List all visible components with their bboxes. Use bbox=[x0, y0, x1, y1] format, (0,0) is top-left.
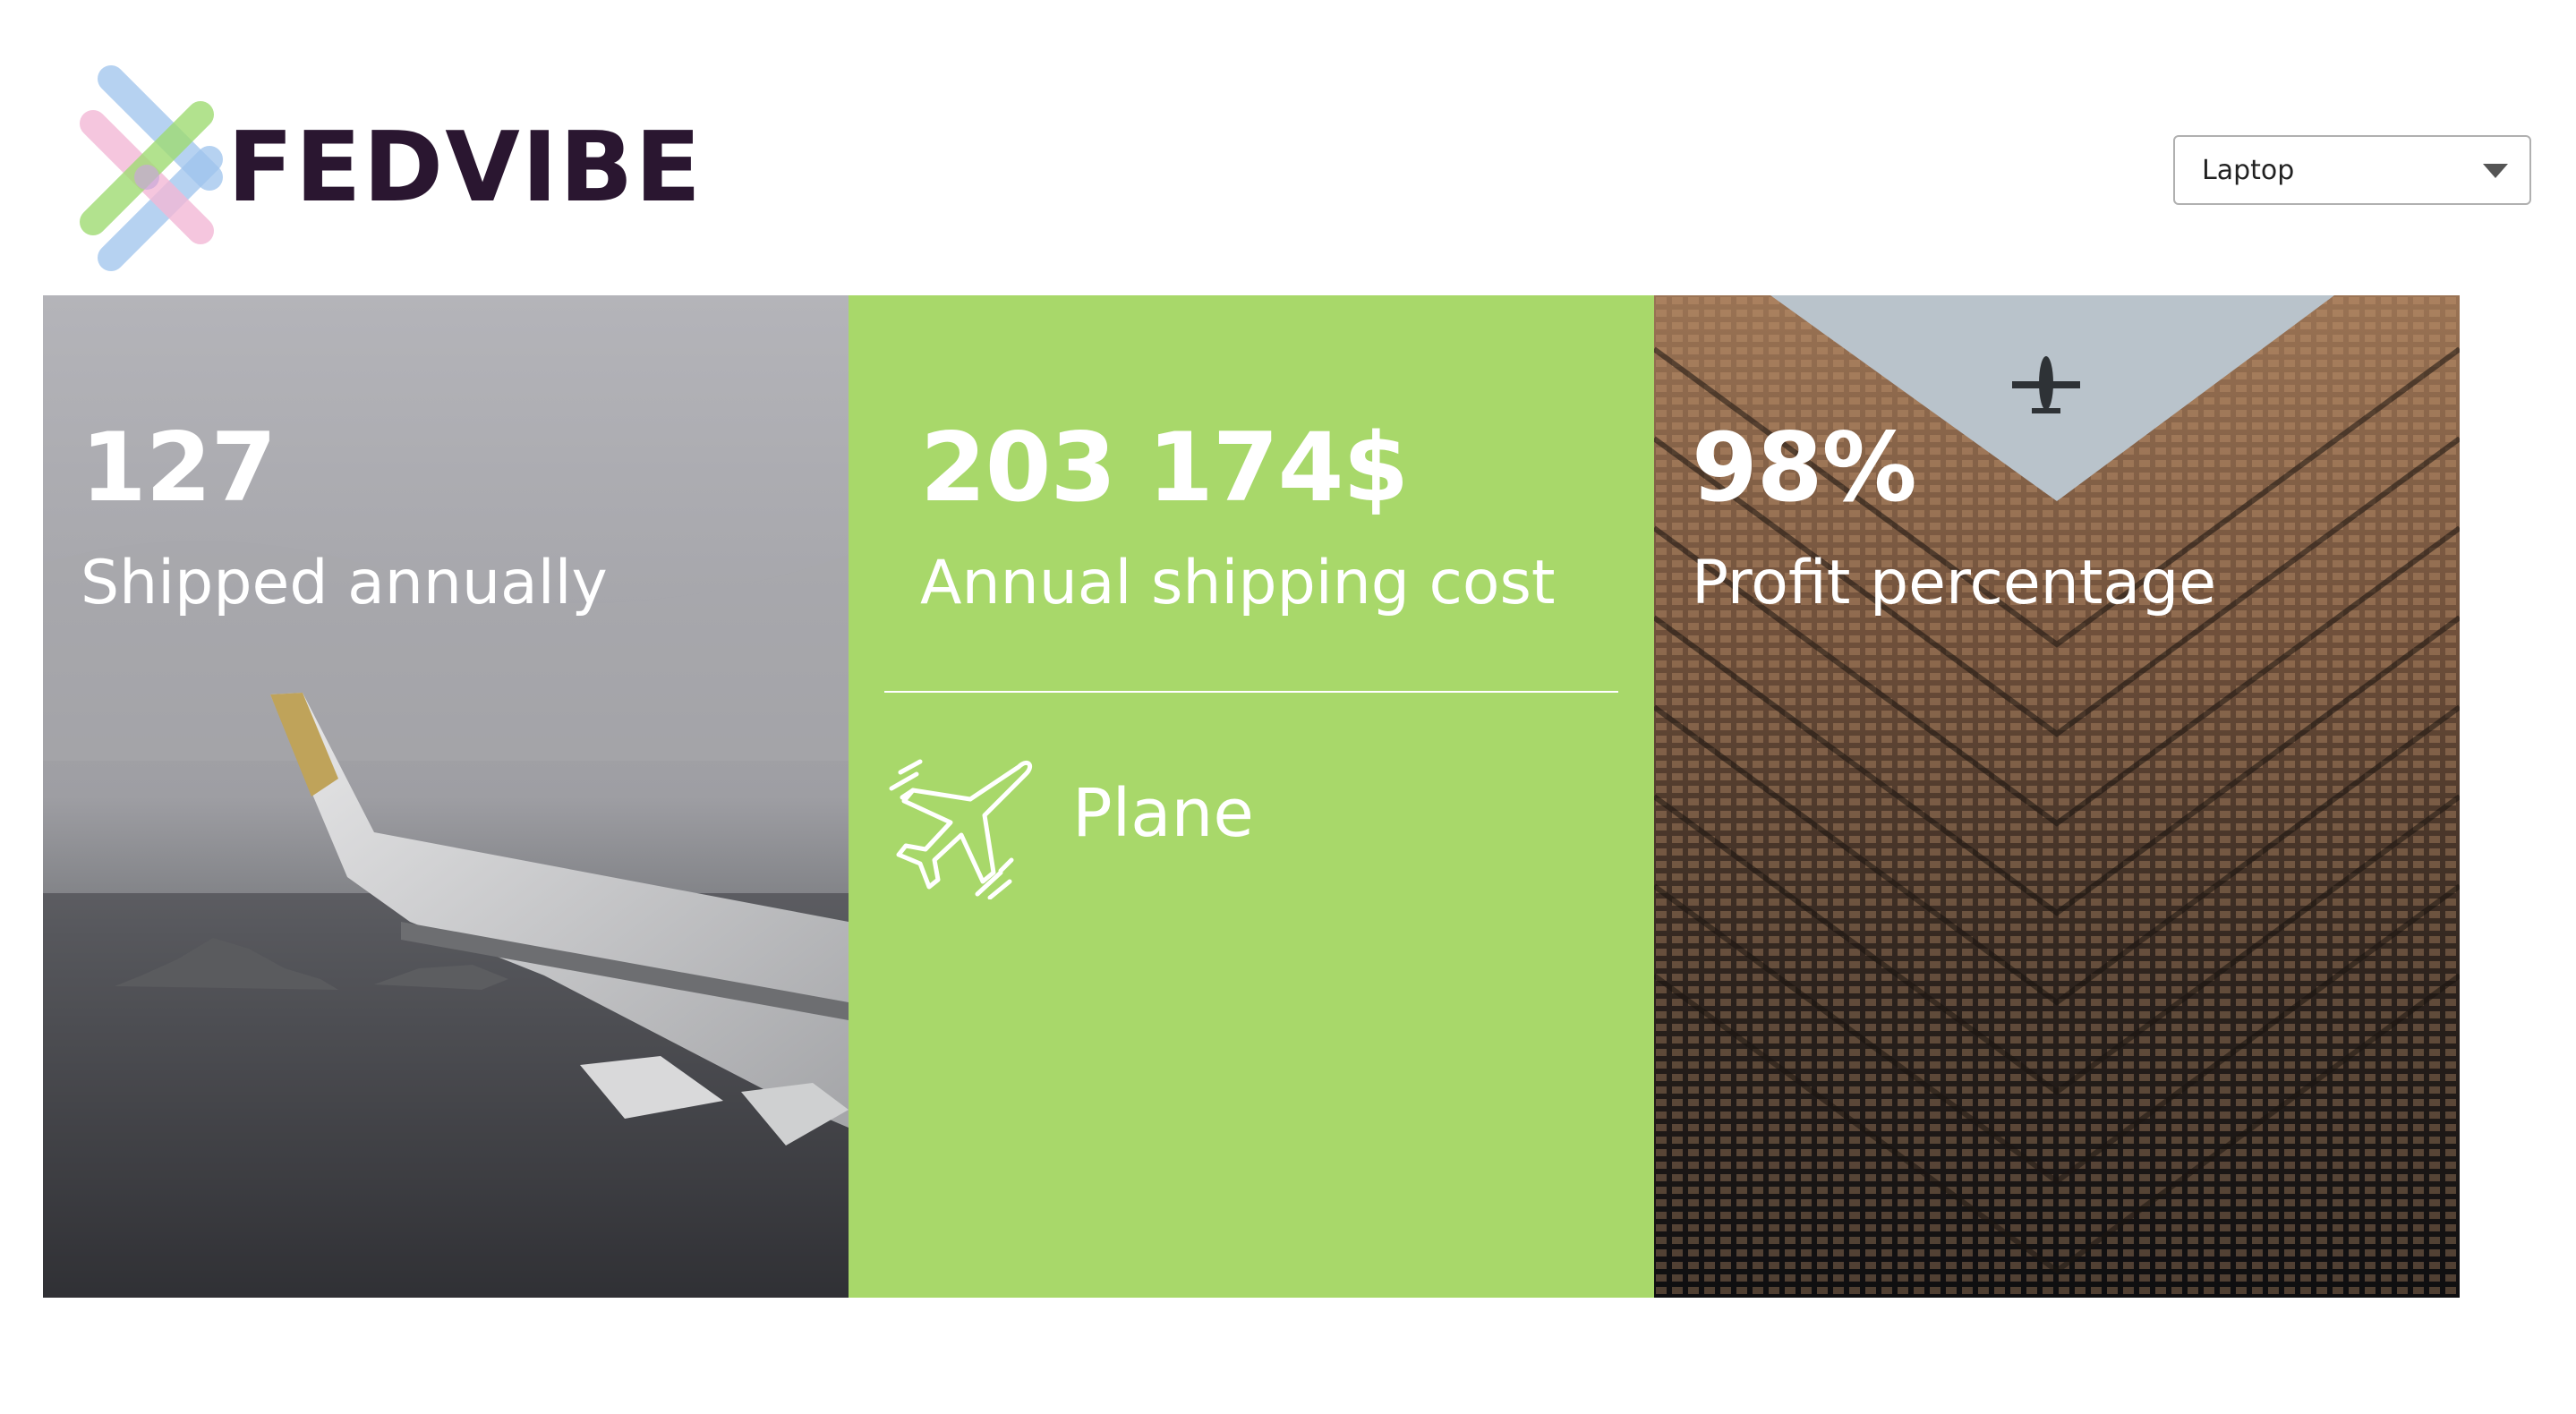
stat-panel-shipped: 127 Shipped annually bbox=[43, 295, 849, 1298]
logo-mark-icon bbox=[80, 65, 223, 271]
stat-value: 98% bbox=[1692, 413, 1917, 523]
brand-logo[interactable]: FEDVIBE bbox=[75, 61, 703, 276]
stat-label: Shipped annually bbox=[81, 548, 608, 618]
plane-icon bbox=[889, 759, 1032, 899]
stat-label: Annual shipping cost bbox=[920, 548, 1556, 618]
transport-label: Plane bbox=[1072, 775, 1254, 852]
stats-panels: 127 Shipped annually 203 174$ Annual shi… bbox=[43, 295, 2460, 1298]
stat-cost: 203 174$ Annual shipping cost bbox=[920, 421, 1556, 614]
dashboard-page: FEDVIBE Laptop 127 Shipped annually 203 … bbox=[0, 0, 2576, 1414]
product-select[interactable]: Laptop bbox=[2173, 135, 2531, 205]
product-select-value: Laptop bbox=[2202, 154, 2295, 186]
stat-label: Profit percentage bbox=[1692, 548, 2217, 618]
stat-value: 127 bbox=[81, 413, 277, 523]
divider bbox=[884, 691, 1618, 693]
stat-panel-cost: 203 174$ Annual shipping cost Plane bbox=[849, 295, 1654, 1298]
stat-value: 203 174$ bbox=[920, 413, 1409, 523]
stat-shipped: 127 Shipped annually bbox=[81, 421, 608, 614]
brand-name: FEDVIBE bbox=[227, 112, 704, 224]
transport-mode: Plane bbox=[884, 747, 1254, 899]
stat-panel-profit: 98% Profit percentage bbox=[1654, 295, 2460, 1298]
chevron-down-icon bbox=[2483, 164, 2508, 178]
stat-profit: 98% Profit percentage bbox=[1692, 421, 2216, 614]
